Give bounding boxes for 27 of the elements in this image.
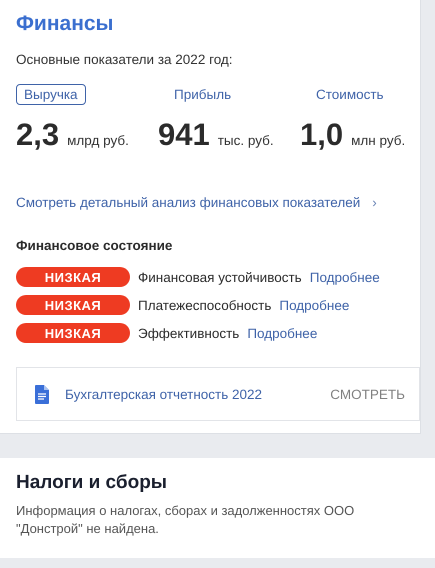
report-link[interactable]: Бухгалтерская отчетность 2022 [65,386,330,402]
metric-unit: тыс. руб. [218,133,274,148]
details-link[interactable]: Подробнее [310,270,380,284]
section-title: Налоги и сборы [16,471,168,495]
document-icon [35,384,49,404]
section-heading: Финансовое состояние [16,238,174,253]
indicator-name: Эффективность [138,326,240,340]
metric-unit: млрд руб. [67,133,129,148]
metric-value: 941 [158,117,210,153]
indicator-name: Платежеспособность [138,298,272,312]
metric-tab[interactable]: Стоимость [308,84,392,105]
metric-unit: млн руб. [351,133,406,148]
metric-value: 2,3 [16,117,60,153]
indicator-name: Финансовая устойчивость [138,270,302,284]
analysis-link[interactable]: Смотреть детальный анализ финансовых показателей › [16,195,420,210]
subtitle: Основные показатели за 2022 год: [16,52,234,67]
info-text: Информация о налогах, сборах и задолженностях ООО "Донстрой" не найдена. [16,502,356,538]
metric-value: 1,0 [300,117,344,153]
details-link[interactable]: Подробнее [279,298,350,312]
metric-tab[interactable]: Прибыль [166,84,240,105]
details-link[interactable]: Подробнее [247,326,318,340]
view-button[interactable]: СМОТРЕТЬ [330,386,405,402]
status-badge: НИЗКАЯ [16,323,130,343]
status-badge: НИЗКАЯ [16,267,130,287]
section-title: Финансы [16,11,114,37]
status-badge: НИЗКАЯ [16,295,130,315]
metric-tab[interactable]: Выручка [16,84,86,105]
